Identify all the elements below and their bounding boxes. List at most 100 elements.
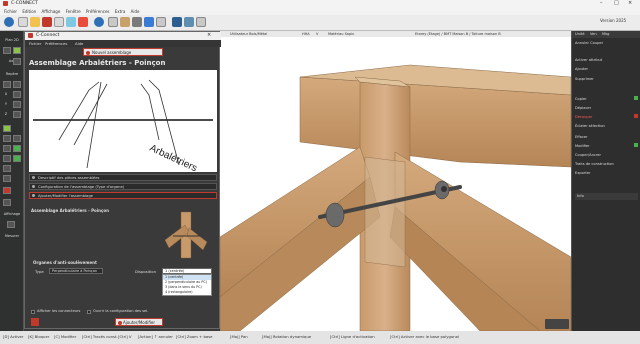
menu-item[interactable]: Fenêtre xyxy=(66,8,81,15)
layers-icon[interactable] xyxy=(108,17,118,27)
checkbox-configuration[interactable] xyxy=(87,310,91,314)
tab-ven[interactable]: Ven xyxy=(590,32,597,36)
timber-model[interactable] xyxy=(220,37,571,331)
title-bar: C-CONNECT – □ × xyxy=(0,0,640,8)
section-ajouter-modifier[interactable]: Ajouter/Modifier l'assemblage xyxy=(29,192,217,199)
section-configuration[interactable]: Configuration de l'assemblage (Type d'or… xyxy=(29,183,217,190)
maximize-icon[interactable]: □ xyxy=(614,0,619,6)
menu-item[interactable]: Extra xyxy=(115,8,126,15)
command-traits[interactable]: Traits de construction xyxy=(575,161,635,167)
3d-viewport[interactable]: Utilisateur Bois/Métal HHA V Matériau Sa… xyxy=(220,31,571,331)
axis-icon[interactable] xyxy=(13,58,21,65)
green-cube-icon[interactable] xyxy=(13,145,21,152)
cube-view-icon[interactable] xyxy=(3,145,11,152)
home-icon[interactable] xyxy=(4,17,14,27)
dialog-title-bar: C-Connect × xyxy=(25,32,221,40)
cube-alt-icon[interactable] xyxy=(184,17,194,27)
red-indicator-icon[interactable] xyxy=(31,318,39,326)
plan-icon[interactable] xyxy=(3,47,11,54)
beam-icon[interactable] xyxy=(120,17,130,27)
command-annuler[interactable]: Annuler Couper xyxy=(575,40,635,46)
move-icon[interactable] xyxy=(13,81,21,88)
type-label: Type xyxy=(35,269,44,274)
tool-icon[interactable] xyxy=(42,17,52,27)
box-alt-icon[interactable] xyxy=(13,135,21,142)
globe-icon[interactable] xyxy=(94,17,104,27)
type-select[interactable]: Perpendiculaire à Poinçon xyxy=(49,268,103,274)
command-ajouter[interactable]: Ajouter xyxy=(575,66,635,72)
diagram-mid-line xyxy=(86,81,102,169)
lock-icon[interactable] xyxy=(54,17,64,27)
dialog-menu-preferences[interactable]: Préférences xyxy=(45,41,67,46)
command-couper-ancrer[interactable]: Couper/Ancrer xyxy=(575,152,635,158)
delete-icon[interactable] xyxy=(78,17,88,27)
checkbox-connecteurs-label: Afficher les connecteurs xyxy=(37,309,81,313)
status-bloquer: [K] Bloquer xyxy=(28,334,50,339)
command-supprimer[interactable]: Supprimer xyxy=(575,76,635,82)
command-eclater[interactable]: Éclater sélection xyxy=(575,123,635,129)
record-icon[interactable] xyxy=(3,187,11,194)
filter-icon[interactable] xyxy=(3,175,11,182)
rotate-icon[interactable] xyxy=(3,81,11,88)
checkbox-connecteurs[interactable] xyxy=(31,310,35,314)
tab-mkg[interactable]: Mkg xyxy=(602,32,609,36)
box-icon[interactable] xyxy=(3,135,11,142)
dialog-logo-icon xyxy=(28,33,33,38)
cube-icon[interactable] xyxy=(172,17,182,27)
y-axis-icon[interactable] xyxy=(13,101,21,108)
minimize-icon[interactable]: – xyxy=(600,0,603,6)
grid-icon[interactable] xyxy=(18,17,28,27)
settings-icon[interactable] xyxy=(156,17,166,27)
command-activer[interactable]: Activer attribut xyxy=(575,57,635,63)
command-modifier[interactable]: Modifier xyxy=(575,143,635,149)
dialog-menu-fichier[interactable]: Fichier xyxy=(29,41,41,46)
collapse-icon xyxy=(32,185,35,188)
tab-nouvel-assemblage[interactable]: Nouvel assemblage xyxy=(83,48,163,56)
light-icon[interactable] xyxy=(3,199,11,206)
green-layer-icon[interactable] xyxy=(13,155,21,162)
menu-item[interactable]: Préférences xyxy=(86,8,110,15)
repere-label[interactable]: Repère xyxy=(2,71,22,78)
render-icon[interactable] xyxy=(144,17,154,27)
menu-item[interactable]: Affichage xyxy=(41,8,60,15)
hha-label: HHA xyxy=(302,32,310,36)
status-bar: [D] Activer [K] Bloquer [C] Modifier [Ct… xyxy=(0,331,640,344)
view-icon[interactable] xyxy=(66,17,76,27)
status-dot-icon xyxy=(634,143,638,147)
status-pan: [Maj] Pan xyxy=(230,334,248,339)
select-icon[interactable] xyxy=(3,165,11,172)
menu-item[interactable]: Fichier xyxy=(4,8,17,15)
export-icon[interactable] xyxy=(196,17,206,27)
snap-icon[interactable] xyxy=(13,47,21,54)
command-effacer[interactable]: Effacer xyxy=(575,134,635,140)
mesurer-label[interactable]: Mesurer xyxy=(2,233,22,240)
menu-item[interactable]: Aide xyxy=(131,8,140,15)
command-copier[interactable]: Copier xyxy=(575,96,635,102)
plan-2d-label[interactable]: Plan 2D xyxy=(2,37,22,44)
add-icon xyxy=(86,50,90,55)
disposition-dropdown[interactable]: 1 (centrée) 2 (perpendiculaire au PC) 3 … xyxy=(162,274,212,296)
ajouter-modifier-button[interactable]: Ajouter/Modifier xyxy=(115,318,163,326)
status-dot-icon xyxy=(634,114,638,118)
bolt-washer-left[interactable] xyxy=(325,202,345,228)
menu-bar: Fichier Edition Affichage Fenêtre Préfér… xyxy=(0,8,640,15)
command-deplacer[interactable]: Déplacer xyxy=(575,105,635,111)
dialog-menu-aide[interactable]: Aide xyxy=(75,41,83,46)
status-rotation: [Maj] Rotation dynamique xyxy=(262,334,312,339)
display-icon[interactable] xyxy=(7,221,15,228)
view-controls[interactable] xyxy=(545,319,569,329)
close-icon[interactable]: × xyxy=(628,0,632,6)
x-axis-icon[interactable] xyxy=(13,91,21,98)
eye-icon[interactable] xyxy=(3,125,11,132)
dialog-close-icon[interactable]: × xyxy=(207,32,211,38)
section-descriptif[interactable]: Descriptif des pièces assemblées xyxy=(29,174,217,181)
layer-icon[interactable] xyxy=(3,155,11,162)
folder-icon[interactable] xyxy=(30,17,40,27)
menu-item[interactable]: Edition xyxy=(22,8,36,15)
tab-unite[interactable]: Unité xyxy=(575,32,585,36)
command-decouper[interactable]: Découper xyxy=(575,114,635,120)
z-axis-icon[interactable] xyxy=(13,111,21,118)
command-exporter[interactable]: Exporter xyxy=(575,170,635,176)
measure-icon[interactable] xyxy=(132,17,142,27)
dropdown-option[interactable]: 4 (rectangulaire) xyxy=(163,290,211,295)
